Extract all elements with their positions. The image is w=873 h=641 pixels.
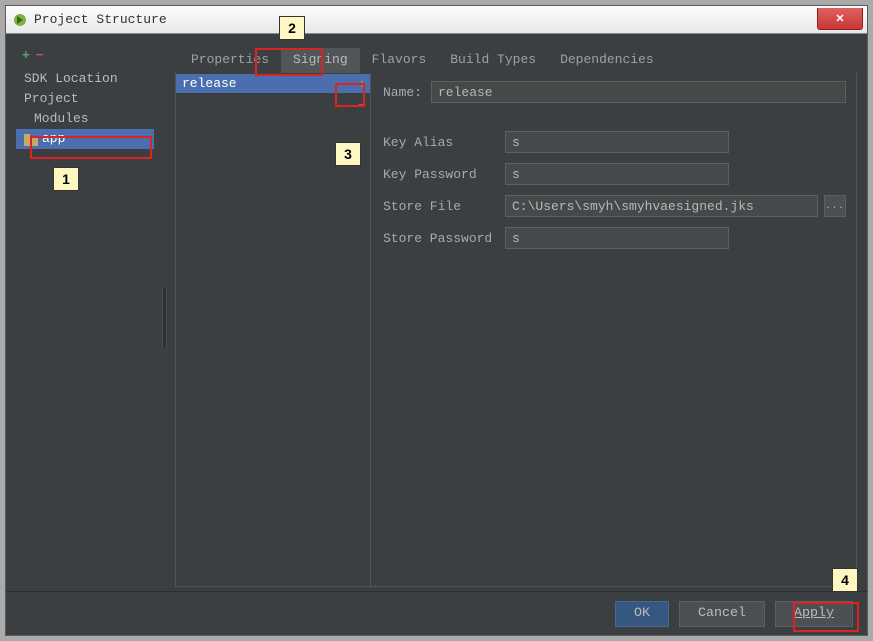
name-label: Name:: [383, 85, 427, 100]
dialog-buttons: OK Cancel Apply: [6, 591, 867, 635]
config-item-release[interactable]: release: [176, 74, 370, 93]
store-password-field[interactable]: [505, 227, 729, 249]
sidebar-item-sdk-location[interactable]: SDK Location: [16, 69, 154, 89]
cancel-button[interactable]: Cancel: [679, 601, 765, 627]
right-column: Properties Signing Flavors Build Types D…: [175, 48, 857, 587]
sidebar-item-app[interactable]: app: [16, 129, 154, 149]
sidebar-group-modules: Modules: [16, 109, 154, 129]
splitter[interactable]: [162, 48, 167, 587]
remove-module-icon[interactable]: −: [36, 48, 44, 63]
store-file-label: Store File: [383, 199, 501, 214]
tab-dependencies[interactable]: Dependencies: [548, 48, 666, 73]
close-button[interactable]: ✕: [817, 8, 863, 30]
window-title: Project Structure: [34, 12, 167, 27]
add-module-icon[interactable]: +: [22, 48, 30, 63]
apply-button[interactable]: Apply: [775, 601, 853, 627]
tabs: Properties Signing Flavors Build Types D…: [175, 48, 857, 73]
add-config-icon[interactable]: +: [358, 77, 366, 92]
ok-button[interactable]: OK: [615, 601, 669, 627]
browse-button[interactable]: ...: [824, 195, 846, 217]
tab-flavors[interactable]: Flavors: [360, 48, 439, 73]
sidebar-toolbar: + −: [16, 48, 154, 69]
upper-area: + − SDK Location Project Modules app: [6, 34, 867, 591]
sidebar-item-label: app: [42, 129, 65, 149]
remove-config-icon[interactable]: −: [358, 98, 366, 113]
tab-properties[interactable]: Properties: [179, 48, 281, 73]
sidebar-item-project[interactable]: Project: [16, 89, 154, 109]
project-structure-window: Project Structure ✕ + − SDK Location Pro…: [5, 5, 868, 636]
sidebar: + − SDK Location Project Modules app: [16, 48, 154, 587]
key-alias-field[interactable]: [505, 131, 729, 153]
key-alias-label: Key Alias: [383, 135, 501, 150]
key-password-label: Key Password: [383, 167, 501, 182]
sidebar-tree: SDK Location Project Modules app: [16, 69, 154, 149]
module-icon: [24, 133, 38, 145]
client-area: + − SDK Location Project Modules app: [6, 34, 867, 635]
tab-build-types[interactable]: Build Types: [438, 48, 548, 73]
app-icon: [12, 12, 28, 28]
store-file-field[interactable]: [505, 195, 818, 217]
name-field[interactable]: [431, 81, 846, 103]
titlebar: Project Structure ✕: [6, 6, 867, 34]
signing-form: Name: Key Alias Key Password: [371, 73, 856, 586]
signing-config-list: release + −: [176, 73, 371, 586]
key-password-field[interactable]: [505, 163, 729, 185]
store-password-label: Store Password: [383, 231, 501, 246]
tab-signing[interactable]: Signing: [281, 48, 360, 73]
signing-panel: release + − Name: Key Alias: [175, 73, 857, 587]
